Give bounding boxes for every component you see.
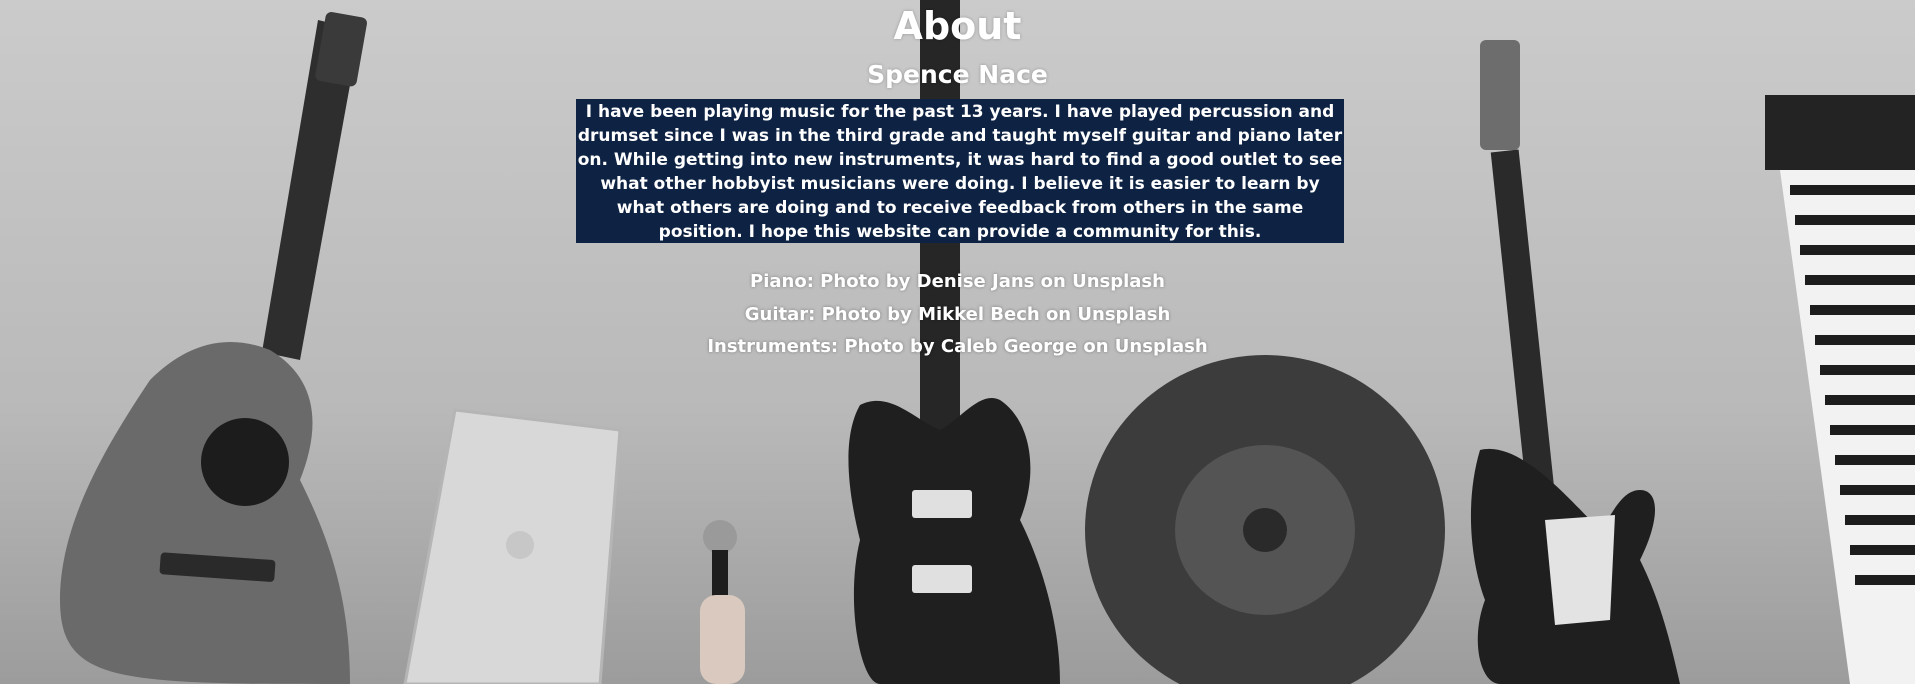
page-title: About [893, 4, 1022, 48]
author-name: Spence Nace [867, 60, 1048, 89]
credit-guitar: Guitar: Photo by Mikkel Bech on Unsplash [744, 303, 1171, 325]
credit-piano: Piano: Photo by Denise Jans on Unsplash [750, 271, 1165, 292]
credit-instruments: Instruments: Photo by Caleb George on Un… [707, 336, 1208, 357]
photo-credits: Piano: Photo by Denise Jans on Unsplash … [0, 266, 1915, 364]
bio-text: I have been playing music for the past 1… [576, 99, 1344, 243]
